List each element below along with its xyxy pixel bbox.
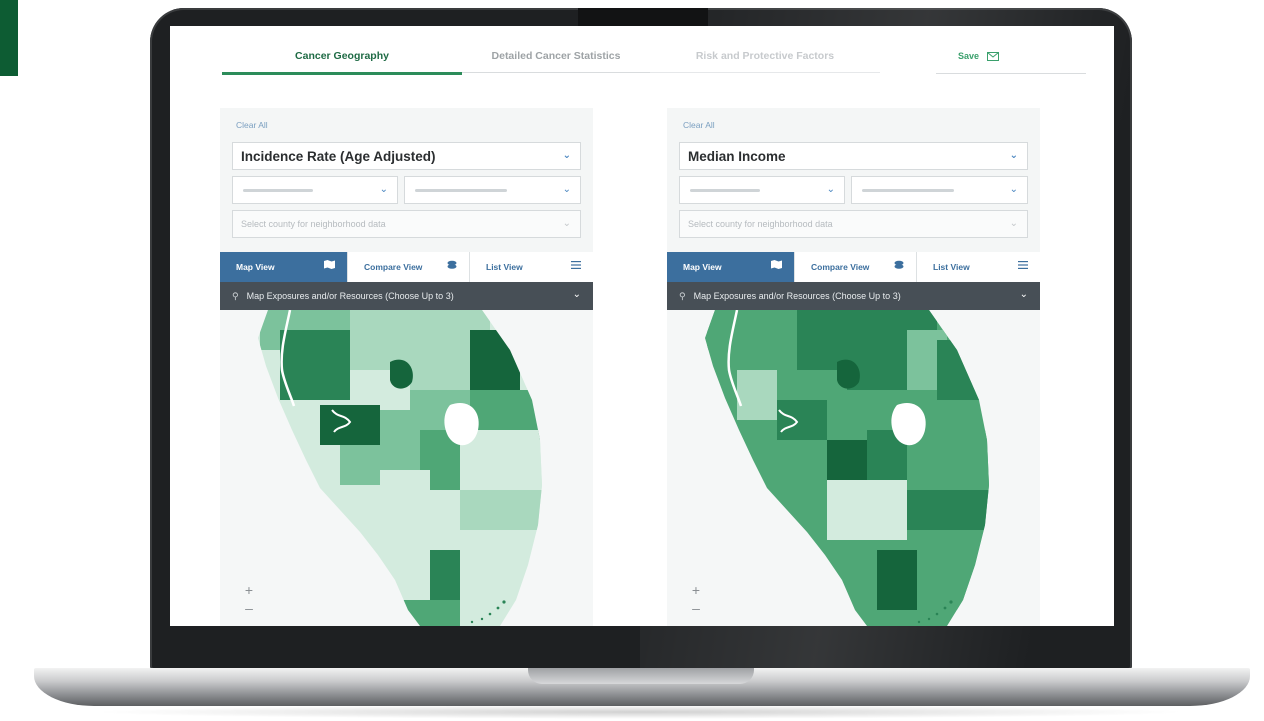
placeholder-bar <box>862 188 954 192</box>
save-button[interactable]: Save <box>958 40 1000 72</box>
placeholder-bar <box>415 188 507 192</box>
chevron-down-icon: ⌄ <box>826 183 835 195</box>
location-pin-icon: ⚲ <box>232 290 239 301</box>
chevron-down-icon: ⌄ <box>1019 289 1028 300</box>
county-select-placeholder: Select county for neighborhood data <box>241 219 386 229</box>
layers-icon <box>894 260 904 273</box>
map-exposures-dropdown[interactable]: ⚲ Map Exposures and/or Resources (Choose… <box>220 282 593 310</box>
chevron-down-icon: ⌄ <box>1009 217 1018 229</box>
county-select-placeholder: Select county for neighborhood data <box>688 219 833 229</box>
county-select[interactable]: Select county for neighborhood data ⌄ <box>679 210 1028 238</box>
tab-detailed-cancer-statistics[interactable]: Detailed Cancer Statistics <box>462 40 650 73</box>
filter-select-1[interactable]: ⌄ <box>679 176 845 204</box>
chevron-down-icon: ⌄ <box>379 183 388 195</box>
chevron-down-icon: ⌄ <box>562 217 571 229</box>
brand-corner-tab <box>0 0 18 76</box>
metric-select-value: Incidence Rate (Age Adjusted) <box>241 148 436 164</box>
metric-select[interactable]: Incidence Rate (Age Adjusted) ⌄ <box>232 142 581 170</box>
metric-select-value: Median Income <box>688 148 786 164</box>
map-exposures-label: Map Exposures and/or Resources (Choose U… <box>246 291 454 301</box>
chevron-down-icon: ⌄ <box>1009 149 1018 161</box>
tab-list-view-label: List View <box>486 262 523 272</box>
top-tab-bar: Cancer Geography Detailed Cancer Statist… <box>222 40 1086 76</box>
tab-compare-view[interactable]: Compare View <box>795 252 917 282</box>
chevron-down-icon: ⌄ <box>572 289 581 300</box>
placeholder-bar <box>243 188 313 192</box>
tab-risk-protective-factors[interactable]: Risk and Protective Factors <box>650 40 880 73</box>
laptop-shadow <box>90 705 1190 719</box>
map-exposures-dropdown[interactable]: ⚲ Map Exposures and/or Resources (Choose… <box>667 282 1040 310</box>
tab-compare-view[interactable]: Compare View <box>348 252 470 282</box>
tab-compare-view-label: Compare View <box>364 262 423 272</box>
envelope-icon <box>987 51 1000 61</box>
placeholder-bar <box>690 188 760 192</box>
save-label: Save <box>958 51 980 61</box>
metric-select[interactable]: Median Income ⌄ <box>679 142 1028 170</box>
map-icon <box>324 260 335 272</box>
filter-select-1[interactable]: ⌄ <box>232 176 398 204</box>
view-switcher: Map View Compare View List View <box>220 252 593 282</box>
county-select[interactable]: Select county for neighborhood data ⌄ <box>232 210 581 238</box>
layers-icon <box>447 260 457 273</box>
tab-map-view-label: Map View <box>683 262 722 272</box>
tab-compare-view-label: Compare View <box>811 262 870 272</box>
tab-cancer-geography[interactable]: Cancer Geography <box>222 40 462 75</box>
tab-map-view-label: Map View <box>236 262 275 272</box>
chevron-down-icon: ⌄ <box>1009 183 1018 195</box>
chevron-down-icon: ⌄ <box>562 183 571 195</box>
map-icon <box>771 260 782 272</box>
florida-county-map <box>258 310 542 626</box>
zoom-in-button[interactable]: + <box>242 582 256 598</box>
left-map-panel: Clear All Incidence Rate (Age Adjusted) … <box>220 108 593 626</box>
choropleth-map[interactable]: + – <box>667 310 1040 626</box>
choropleth-map[interactable]: + – <box>220 310 593 626</box>
zoom-out-button[interactable]: – <box>242 600 256 616</box>
tab-list-view[interactable]: List View <box>917 252 1040 282</box>
filter-select-2[interactable]: ⌄ <box>404 176 581 204</box>
tab-list-view[interactable]: List View <box>470 252 593 282</box>
clear-all-link[interactable]: Clear All <box>236 120 268 130</box>
tab-map-view[interactable]: Map View <box>220 252 348 282</box>
tab-list-view-label: List View <box>933 262 970 272</box>
view-switcher: Map View Compare View List View <box>667 252 1040 282</box>
laptop-screen: Cancer Geography Detailed Cancer Statist… <box>170 26 1114 626</box>
map-exposures-label: Map Exposures and/or Resources (Choose U… <box>693 291 901 301</box>
right-map-panel: Clear All Median Income ⌄ ⌄ ⌄ Select cou… <box>667 108 1040 626</box>
florida-county-map <box>705 310 989 626</box>
laptop-base-notch <box>528 668 754 684</box>
zoom-out-button[interactable]: – <box>689 600 703 616</box>
zoom-in-button[interactable]: + <box>689 582 703 598</box>
list-icon <box>1018 260 1028 272</box>
tab-map-view[interactable]: Map View <box>667 252 795 282</box>
filter-select-2[interactable]: ⌄ <box>851 176 1028 204</box>
chevron-down-icon: ⌄ <box>562 149 571 161</box>
location-pin-icon: ⚲ <box>679 290 686 301</box>
save-divider <box>936 73 1086 74</box>
clear-all-link[interactable]: Clear All <box>683 120 715 130</box>
list-icon <box>571 260 581 272</box>
